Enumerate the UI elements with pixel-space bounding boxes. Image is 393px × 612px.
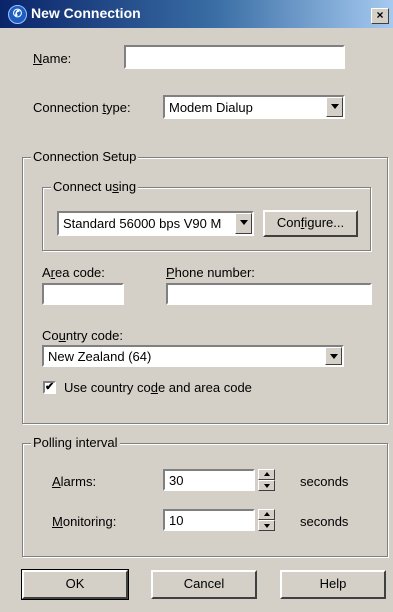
alarms-input[interactable] <box>163 469 255 491</box>
title-bar[interactable]: ✆ New Connection × <box>0 0 393 28</box>
area-code-label-post: ea code: <box>55 265 105 280</box>
country-code-label: Country code: <box>42 328 123 343</box>
monitoring-label-accel: M <box>52 514 63 529</box>
connection-type-value: Modem Dialup <box>169 100 253 115</box>
spin-down-icon[interactable] <box>258 520 275 531</box>
name-input[interactable] <box>124 45 345 69</box>
alarms-unit: seconds <box>300 474 349 489</box>
alarms-spinner[interactable] <box>258 469 275 491</box>
area-code-label: Area code: <box>42 265 105 280</box>
connect-using-legend-pre: Connect u <box>53 179 113 194</box>
spin-down-icon[interactable] <box>258 480 275 491</box>
use-country-code-label[interactable]: Use country code and area code <box>64 380 252 395</box>
phone-number-label: Phone number: <box>166 265 255 280</box>
connect-using-legend: Connect using <box>51 179 139 194</box>
window-title: New Connection <box>31 5 141 21</box>
configure-post: igure... <box>304 215 345 230</box>
monitoring-spinner[interactable] <box>258 509 275 531</box>
ok-button[interactable]: OK <box>21 569 129 600</box>
dialog-window: ✆ New Connection × Name: Connection type… <box>0 0 393 612</box>
phone-number-label-post: hone number: <box>174 265 255 280</box>
chevron-down-icon[interactable] <box>326 97 343 117</box>
use-country-code-accel: d <box>150 380 158 395</box>
phone-number-input[interactable] <box>166 283 372 305</box>
connection-setup-legend: Connection Setup <box>31 149 139 164</box>
country-code-value: New Zealand (64) <box>48 349 152 364</box>
alarms-label: Alarms: <box>52 474 96 489</box>
close-icon[interactable]: × <box>371 8 389 24</box>
configure-pre: Con <box>276 215 301 230</box>
chevron-down-icon[interactable] <box>235 213 252 234</box>
country-code-select[interactable]: New Zealand (64) <box>42 345 344 367</box>
use-country-code-checkbox[interactable]: ✔ <box>43 381 56 394</box>
monitoring-label: Monitoring: <box>52 514 116 529</box>
phone-number-label-accel: P <box>166 265 175 280</box>
device-value: Standard 56000 bps V90 M <box>63 216 222 231</box>
chevron-down-icon[interactable] <box>325 347 342 365</box>
area-code-input[interactable] <box>42 283 124 305</box>
monitoring-unit: seconds <box>300 514 349 529</box>
use-country-code-post: e and area code <box>157 380 252 395</box>
spin-up-icon[interactable] <box>258 469 275 480</box>
connection-icon: ✆ <box>8 5 27 24</box>
country-code-label-pre: Co <box>42 328 59 343</box>
name-label-accel: N <box>33 51 43 66</box>
country-code-label-accel: u <box>58 328 66 343</box>
help-button[interactable]: Help <box>280 570 386 599</box>
connection-type-label-pre: Connection <box>33 100 103 115</box>
spin-up-icon[interactable] <box>258 509 275 520</box>
connection-type-label: Connection type: <box>33 100 131 115</box>
device-select[interactable]: Standard 56000 bps V90 M <box>57 211 254 236</box>
monitoring-input[interactable] <box>163 509 255 531</box>
monitoring-label-post: onitoring: <box>62 514 117 529</box>
alarms-label-post: larms: <box>60 474 97 489</box>
alarms-label-accel: A <box>52 474 61 489</box>
configure-button[interactable]: Configure... <box>263 210 358 237</box>
country-code-label-post: ntry code: <box>65 328 123 343</box>
connection-type-select[interactable]: Modem Dialup <box>163 95 345 119</box>
polling-interval-legend: Polling interval <box>31 435 120 450</box>
name-label: Name: <box>33 51 71 66</box>
polling-interval-group <box>22 443 388 557</box>
connection-type-label-post: ype: <box>106 100 131 115</box>
use-country-code-pre: Use country co <box>64 380 151 395</box>
name-label-post: ame: <box>42 51 72 66</box>
connect-using-legend-post: ing <box>118 179 137 194</box>
area-code-label-pre: A <box>42 265 51 280</box>
cancel-button[interactable]: Cancel <box>151 570 257 599</box>
